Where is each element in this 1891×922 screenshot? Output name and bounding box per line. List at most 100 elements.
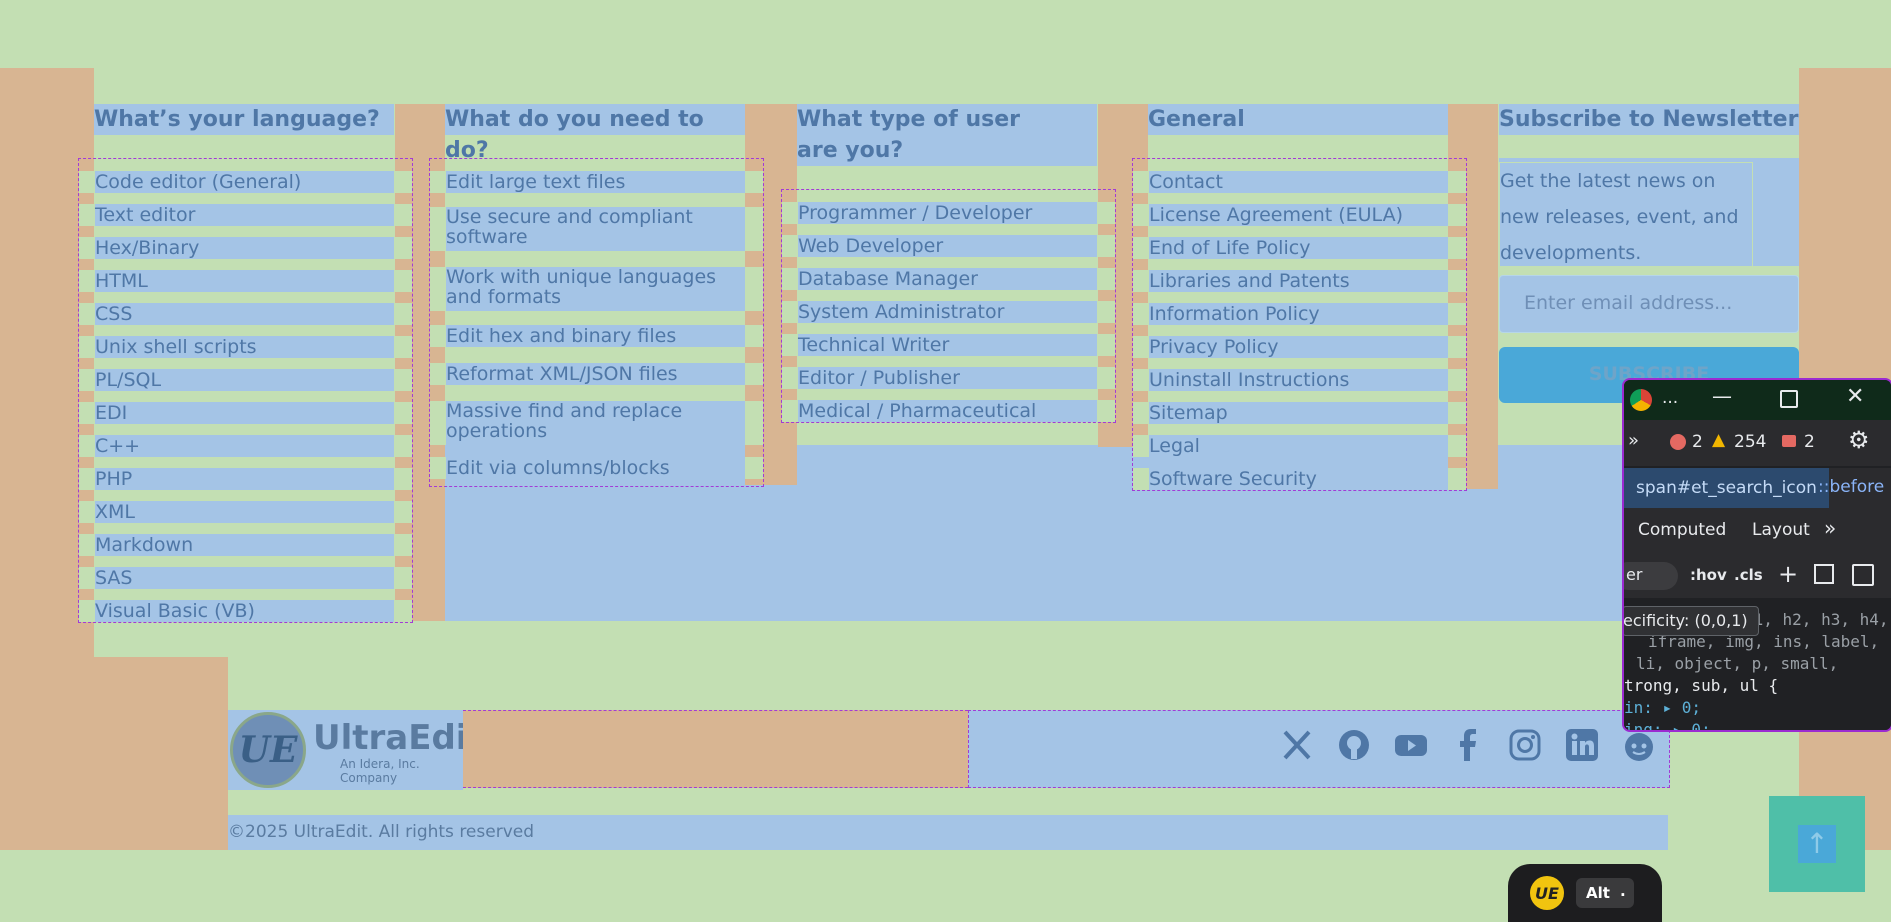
sidebar-toggle-icon[interactable]: [1852, 564, 1874, 586]
list-item[interactable]: SAS: [79, 567, 412, 589]
maximize-icon[interactable]: [1780, 390, 1798, 408]
devtools-breadcrumb: span#et_search_icon ::before: [1624, 468, 1891, 508]
filter-input[interactable]: er: [1624, 562, 1678, 590]
list-item[interactable]: Massive find and replace operations: [430, 401, 763, 445]
column-heading-language: What’s your language?: [94, 104, 394, 135]
devtools-filter-bar: er :hov .cls +: [1624, 554, 1891, 598]
list-item[interactable]: Use secure and compliant software: [430, 207, 763, 251]
list-item[interactable]: Sitemap: [1133, 402, 1466, 424]
error-count: 2: [1692, 432, 1703, 452]
list-item[interactable]: Software Security: [1133, 468, 1466, 490]
devtools-tabs: Computed Layout »: [1624, 508, 1891, 554]
code-line: trong, sub, ul {: [1624, 676, 1779, 695]
list-item[interactable]: Contact: [1133, 171, 1466, 193]
column-heading-tasks: What do you need to do?: [445, 104, 745, 166]
list-item[interactable]: License Agreement (EULA): [1133, 204, 1466, 226]
devtools-toolbar: » 2 ▲ 254 2 ⚙: [1624, 420, 1891, 466]
hov-toggle[interactable]: :hov: [1690, 566, 1727, 584]
column-heading-user-type: What type of user are you?: [797, 104, 1097, 166]
settings-icon[interactable]: ⚙: [1848, 426, 1870, 454]
warning-count: 254: [1734, 432, 1767, 452]
ue-app-icon[interactable]: UE: [1530, 876, 1564, 910]
github-icon[interactable]: [1334, 724, 1374, 766]
list-item[interactable]: CSS: [79, 303, 412, 325]
tab-layout[interactable]: Layout: [1752, 520, 1810, 540]
minimize-icon[interactable]: —: [1712, 384, 1732, 408]
footer-middle-margin: [463, 710, 968, 788]
list-item[interactable]: Database Manager: [782, 268, 1115, 290]
list-item[interactable]: Edit via columns/blocks: [430, 457, 763, 479]
list-item[interactable]: PHP: [79, 468, 412, 490]
tasks-list: Edit large text files Use secure and com…: [429, 158, 764, 487]
list-item[interactable]: PL/SQL: [79, 369, 412, 391]
arrow-up-icon: ↑: [1805, 827, 1829, 860]
paint-icon[interactable]: [1814, 564, 1834, 584]
list-item[interactable]: Edit hex and binary files: [430, 325, 763, 347]
list-item[interactable]: Work with unique languages and formats: [430, 267, 763, 311]
youtube-icon[interactable]: [1391, 724, 1431, 766]
brand-logo-area[interactable]: UE UltraEdit An Idera, Inc. Company: [228, 710, 484, 790]
copyright-text: ©2025 UltraEdit. All rights reserved: [228, 822, 535, 842]
copyright-bar: ©2025 UltraEdit. All rights reserved: [228, 815, 1668, 850]
list-item[interactable]: Technical Writer: [782, 334, 1115, 356]
instagram-icon[interactable]: [1505, 724, 1545, 766]
list-item[interactable]: Medical / Pharmaceutical: [782, 400, 1115, 422]
tab-computed[interactable]: Computed: [1638, 520, 1726, 540]
newsletter-description: Get the latest news on new releases, eve…: [1499, 162, 1753, 272]
pseudo-crumb[interactable]: ::before: [1818, 477, 1884, 497]
code-line: li, object, p, small,: [1636, 654, 1839, 673]
devtools-styles-pane: h1, h2, h3, h4, iframe, img, ins, label,…: [1624, 598, 1891, 730]
selector-crumb[interactable]: span#et_search_icon: [1624, 468, 1829, 508]
chrome-icon: [1630, 389, 1652, 411]
new-rule-icon[interactable]: +: [1778, 560, 1798, 588]
list-item[interactable]: Programmer / Developer: [782, 202, 1115, 224]
list-item[interactable]: Uninstall Instructions: [1133, 369, 1466, 391]
list-item[interactable]: End of Life Policy: [1133, 237, 1466, 259]
cls-toggle[interactable]: .cls: [1734, 566, 1763, 584]
warning-icon: ▲: [1712, 430, 1726, 450]
list-item[interactable]: Unix shell scripts: [79, 336, 412, 358]
code-line: ing: ▸ 0;: [1624, 720, 1711, 732]
list-item[interactable]: Markdown: [79, 534, 412, 556]
devtools-window: ... — ✕ » 2 ▲ 254 2 ⚙ span#et_search_ico…: [1622, 378, 1891, 732]
issue-icon: [1782, 435, 1796, 447]
language-list: Code editor (General) Text editor Hex/Bi…: [78, 158, 413, 623]
more-tabs-icon[interactable]: »: [1824, 516, 1836, 540]
close-icon[interactable]: ✕: [1846, 384, 1864, 409]
devtools-titlebar: ... — ✕: [1624, 380, 1891, 420]
list-item[interactable]: EDI: [79, 402, 412, 424]
newsletter-description-box: Get the latest news on new releases, eve…: [1499, 158, 1799, 272]
list-item[interactable]: Privacy Policy: [1133, 336, 1466, 358]
list-item[interactable]: Code editor (General): [79, 171, 412, 193]
list-item[interactable]: Text editor: [79, 204, 412, 226]
column-heading-general: General: [1148, 104, 1448, 135]
brand-name: UltraEdit: [313, 718, 484, 758]
margin-bottom-left: [94, 657, 228, 850]
list-item[interactable]: Hex/Binary: [79, 237, 412, 259]
list-item[interactable]: C++: [79, 435, 412, 457]
list-item[interactable]: Libraries and Patents: [1133, 270, 1466, 292]
list-item[interactable]: XML: [79, 501, 412, 523]
email-input[interactable]: Enter email address...: [1499, 275, 1799, 333]
linkedin-icon[interactable]: [1562, 724, 1602, 766]
list-item[interactable]: Edit large text files: [430, 171, 763, 193]
general-list: Contact License Agreement (EULA) End of …: [1132, 158, 1467, 491]
list-item[interactable]: System Administrator: [782, 301, 1115, 323]
code-line: in: ▸ 0;: [1624, 698, 1702, 717]
user-type-list: Programmer / Developer Web Developer Dat…: [781, 189, 1116, 423]
facebook-icon[interactable]: [1448, 724, 1488, 766]
list-item[interactable]: Legal: [1133, 435, 1466, 457]
newsletter-heading: Subscribe to Newsletter: [1499, 104, 1799, 135]
list-item[interactable]: HTML: [79, 270, 412, 292]
alt-key[interactable]: Alt .: [1576, 878, 1634, 908]
list-item[interactable]: Reformat XML/JSON files: [430, 363, 763, 385]
back-to-top-button[interactable]: ↑: [1769, 796, 1865, 892]
specificity-tooltip: ecificity: (0,0,1): [1624, 606, 1759, 636]
list-item[interactable]: Editor / Publisher: [782, 367, 1115, 389]
list-item[interactable]: Visual Basic (VB): [79, 600, 412, 622]
x-icon[interactable]: [1277, 724, 1317, 766]
list-item[interactable]: Web Developer: [782, 235, 1115, 257]
code-line: h1, h2, h3, h4,: [1744, 610, 1889, 629]
more-panels-icon[interactable]: »: [1628, 430, 1639, 451]
list-item[interactable]: Information Policy: [1133, 303, 1466, 325]
